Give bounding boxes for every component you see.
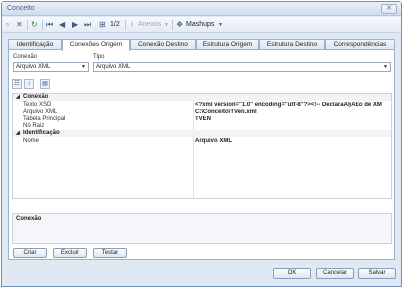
mashups-button[interactable]: Mashups [186, 20, 214, 30]
testar-button[interactable]: Testar [93, 248, 127, 258]
close-button[interactable]: ✕ [381, 4, 397, 14]
new-icon[interactable]: ▫ [6, 20, 9, 30]
tab-panel: Conexão Arquivo XML ▼ Tipo Arquivo XML ▼… [8, 49, 395, 260]
tipo-select[interactable]: Arquivo XML ▼ [93, 62, 391, 72]
toolbar-separator [42, 20, 43, 30]
property-value[interactable]: <?xml version="1.0" encoding="utf-8"?><!… [195, 102, 391, 109]
next-record-icon[interactable]: ▶ [72, 20, 78, 30]
title-bar: Conceito ✕ [2, 2, 401, 16]
property-grid: ◢ Conexão Texto XSD <?xml version="1.0" … [12, 93, 392, 199]
toolbar-separator [27, 20, 28, 30]
anexos-button[interactable]: Anexos [138, 20, 161, 30]
tipo-label: Tipo [93, 54, 105, 60]
toolbar-separator [172, 20, 173, 30]
description-title: Conexão [16, 216, 42, 222]
grid-category-identificacao[interactable]: ◢ Identificação [13, 130, 391, 137]
chevron-down-icon[interactable]: ▼ [218, 20, 223, 30]
first-record-icon[interactable]: ⏮ [46, 20, 53, 30]
chevron-down-icon: ▼ [383, 64, 388, 70]
previous-record-icon[interactable]: ◀ [59, 20, 65, 30]
collapse-triangle-icon[interactable]: ◢ [16, 94, 20, 101]
chevron-down-icon[interactable]: ▼ [164, 20, 169, 30]
toolbar: ▫ ✕ ↻ ⏮ ◀ ▶ ⏭ ⊞ 1/2 ⌇ Anexos ▼ ❖ Mashups… [2, 17, 401, 33]
property-value[interactable]: Arquivo XML [195, 138, 391, 145]
conexao-select-value: Arquivo XML [16, 64, 51, 70]
alphabetical-sort-icon[interactable]: ↕ [24, 79, 34, 89]
category-label: Identificação [23, 130, 60, 136]
property-name: Arquivo XML [23, 109, 58, 115]
dialog-footer: OK Cancelar Salvar [2, 262, 401, 286]
binoculars-icon[interactable]: ⊞ [99, 20, 106, 30]
tab-conexoes-origem[interactable]: Conexões Origem [62, 39, 130, 51]
delete-icon[interactable]: ✕ [16, 20, 23, 30]
conexao-select[interactable]: Arquivo XML ▼ [13, 62, 89, 72]
property-name: Texto XSD [23, 102, 52, 108]
property-pages-icon[interactable]: ▤ [40, 79, 50, 89]
last-record-icon[interactable]: ⏭ [84, 20, 91, 30]
grid-row[interactable]: Tabela Principal TVEN [13, 116, 391, 123]
property-name: Nome [23, 138, 40, 144]
ok-button[interactable]: OK [273, 268, 311, 279]
grid-row[interactable]: Nome Arquivo XML [13, 138, 391, 145]
property-value[interactable]: C:\Conceito\TVen.xml [195, 109, 391, 116]
window-title: Conceito [7, 5, 35, 12]
property-name: Nó Raiz [23, 123, 45, 129]
categorized-view-icon[interactable]: ☷ [12, 79, 22, 89]
property-value[interactable]: TVEN [195, 116, 391, 123]
criar-button[interactable]: Criar [13, 248, 47, 258]
description-panel: Conexão [12, 213, 392, 244]
page-indicator: 1/2 [110, 21, 120, 28]
collapse-triangle-icon[interactable]: ◢ [16, 130, 20, 137]
grid-row[interactable]: Texto XSD <?xml version="1.0" encoding="… [13, 102, 391, 109]
excluir-button[interactable]: Excluir [53, 248, 87, 258]
salvar-button[interactable]: Salvar [358, 268, 396, 279]
paperclip-icon: ⌇ [130, 20, 134, 29]
chevron-down-icon: ▼ [81, 64, 86, 70]
refresh-icon[interactable]: ↻ [31, 20, 38, 30]
conexao-label: Conexão [13, 54, 38, 60]
toolbar-separator [125, 20, 126, 30]
category-label: Conexão [23, 94, 49, 100]
grid-row[interactable]: Nó Raiz [13, 123, 391, 130]
cancelar-button[interactable]: Cancelar [316, 268, 354, 279]
property-name: Tabela Principal [23, 116, 66, 122]
dialog-window: Conceito ✕ ▫ ✕ ↻ ⏮ ◀ ▶ ⏭ ⊞ 1/2 ⌇ Anexos … [1, 1, 402, 287]
mashups-icon: ❖ [176, 20, 184, 29]
tipo-select-value: Arquivo XML [96, 64, 131, 70]
grid-category-conexao[interactable]: ◢ Conexão [13, 94, 391, 101]
grid-row[interactable]: Arquivo XML C:\Conceito\TVen.xml [13, 109, 391, 116]
